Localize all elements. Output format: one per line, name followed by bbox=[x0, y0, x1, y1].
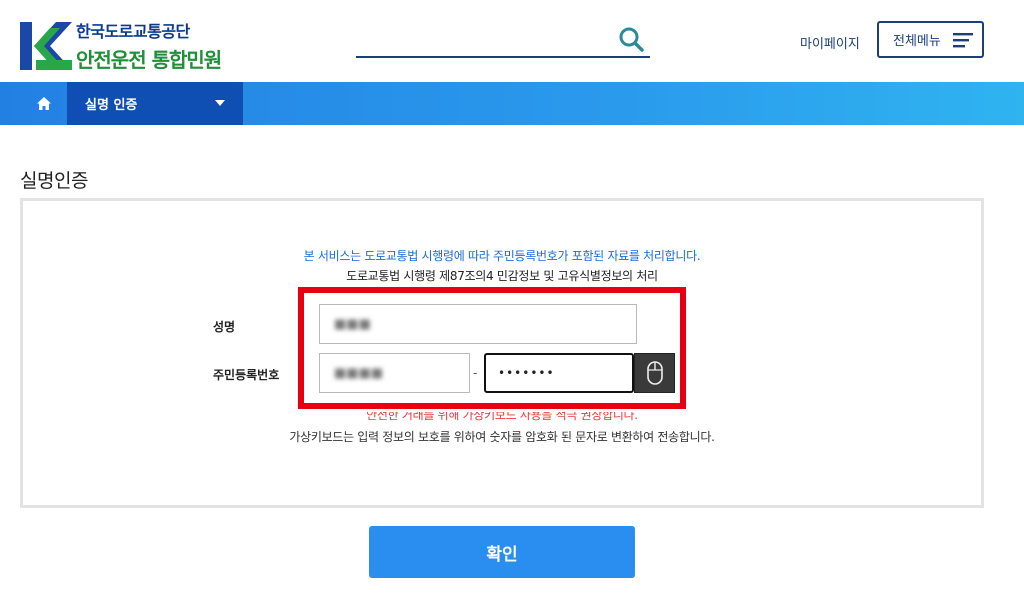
page-title: 실명인증 bbox=[20, 170, 88, 192]
breadcrumb-label: 실명 인증 bbox=[85, 98, 138, 113]
logo-service-name: 안전운전 통합민원 bbox=[76, 48, 222, 72]
site-header: 한국도로교통공단 안전운전 통합민원 마이페이지 전체메뉴 bbox=[0, 0, 1024, 82]
name-label: 성명 bbox=[213, 320, 236, 334]
legal-basis-notice: 도로교통법 시행령 제87조의4 민감정보 및 고유식별정보의 처리 bbox=[346, 269, 658, 283]
home-icon bbox=[36, 97, 51, 110]
chevron-down-icon bbox=[215, 100, 225, 106]
search-input[interactable] bbox=[356, 22, 606, 56]
confirm-button[interactable]: 확인 bbox=[369, 526, 635, 578]
allmenu-label: 전체메뉴 bbox=[893, 34, 941, 49]
hamburger-icon bbox=[952, 32, 973, 47]
site-logo[interactable]: 한국도로교통공단 안전운전 통합민원 bbox=[20, 18, 222, 73]
location-bar: 실명 인증 bbox=[0, 82, 1024, 125]
logo-org-name: 한국도로교통공단 bbox=[76, 22, 190, 41]
rrn-label: 주민등록번호 bbox=[213, 368, 280, 382]
logo-mark-icon bbox=[20, 21, 72, 70]
mypage-link[interactable]: 마이페이지 bbox=[800, 33, 860, 52]
allmenu-button[interactable]: 전체메뉴 bbox=[877, 21, 984, 58]
search-icon[interactable] bbox=[618, 26, 644, 52]
virtual-keyboard-info: 가상키보드는 입력 정보의 보호를 위하여 숫자를 암호화 된 문자로 변환하여… bbox=[289, 430, 715, 444]
breadcrumb-dropdown[interactable]: 실명 인증 bbox=[67, 82, 243, 125]
auth-form-panel: 본 서비스는 도로교통법 시행령에 따라 주민등록번호가 포함된 자료를 처리합… bbox=[20, 198, 984, 508]
legal-notice: 본 서비스는 도로교통법 시행령에 따라 주민등록번호가 포함된 자료를 처리합… bbox=[303, 249, 701, 263]
highlight-box bbox=[298, 287, 686, 409]
home-button[interactable] bbox=[20, 82, 67, 125]
search-bar bbox=[356, 22, 650, 58]
